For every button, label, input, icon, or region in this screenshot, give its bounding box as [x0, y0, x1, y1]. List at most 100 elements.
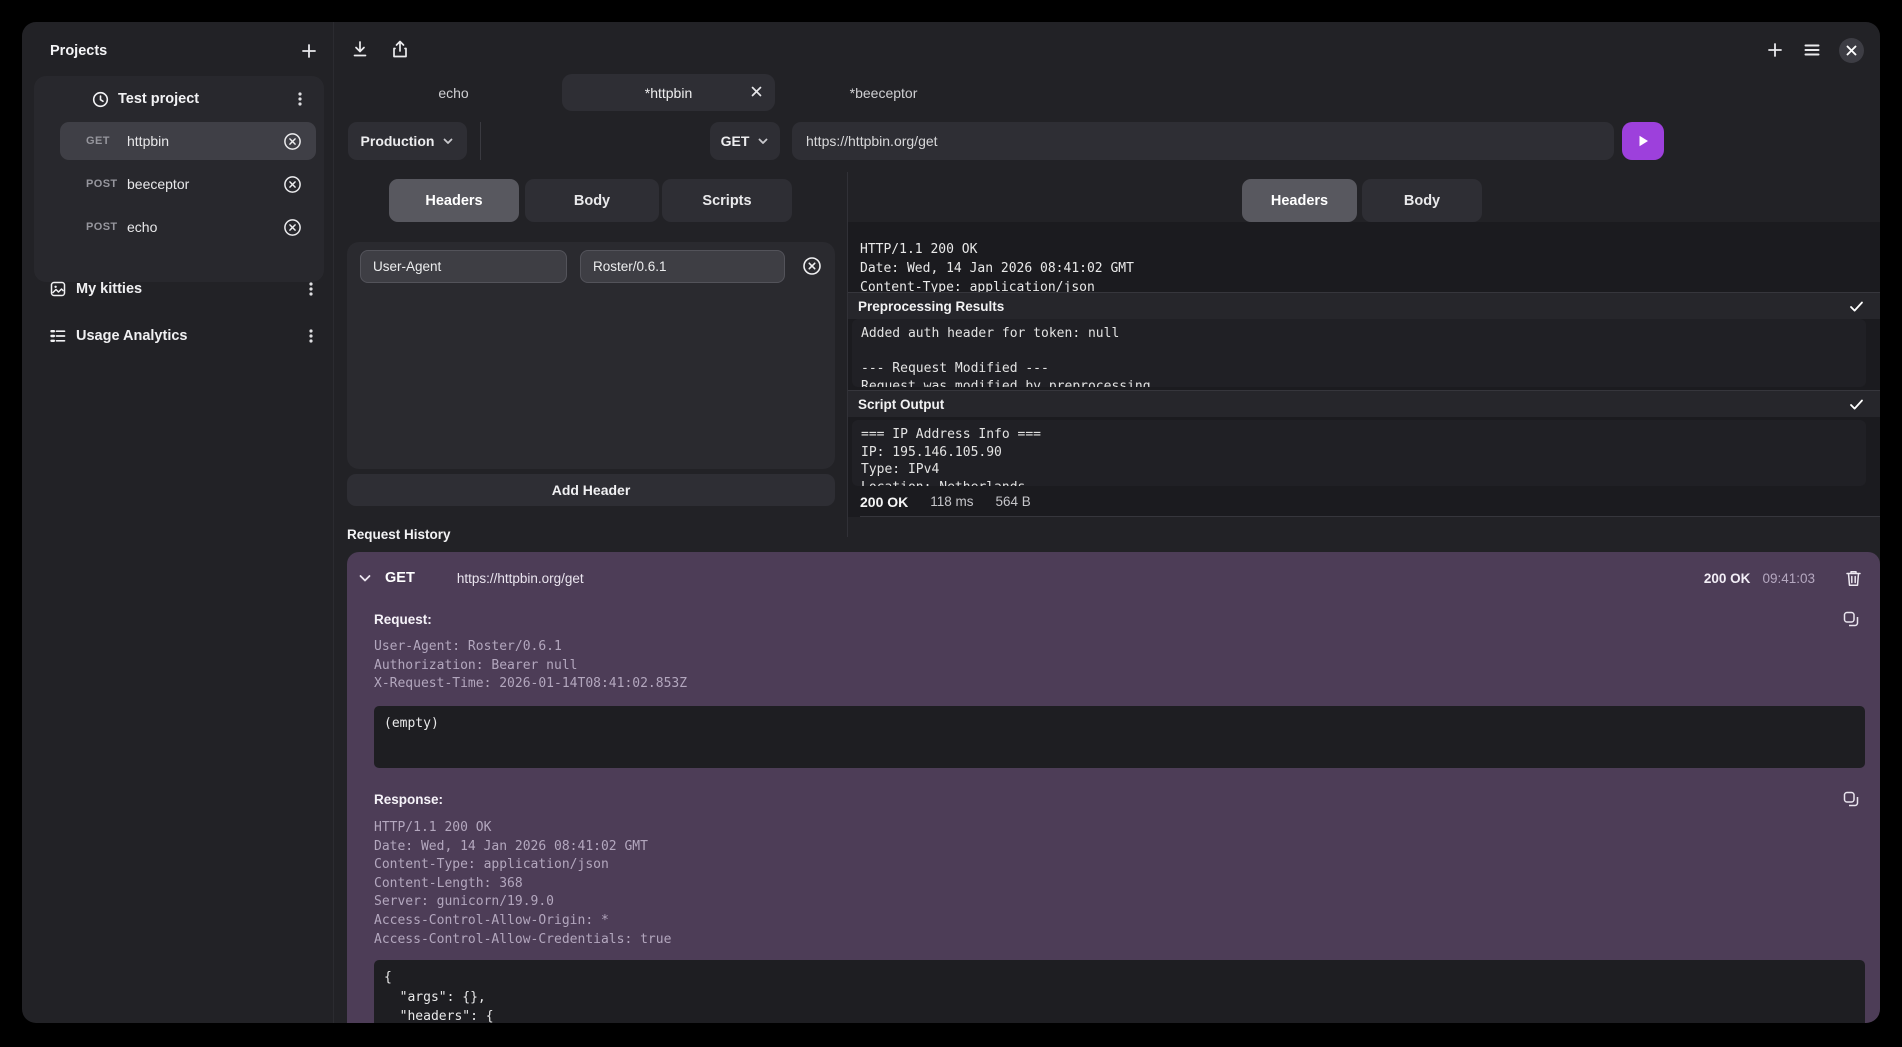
project-group-test-project: Test project GET httpbin POST beeceptor	[34, 76, 324, 282]
project-group-header[interactable]: Test project	[34, 76, 324, 122]
request-item-label: httpbin	[127, 133, 283, 149]
response-headers-preview: HTTP/1.1 200 OK Date: Wed, 14 Jan 2026 0…	[860, 240, 1134, 292]
x-icon	[750, 85, 763, 98]
project-menu-button[interactable]	[292, 91, 308, 107]
export-button[interactable]	[390, 39, 410, 59]
editor-tab-headers[interactable]: Headers	[389, 179, 519, 222]
remove-header-button[interactable]	[802, 256, 822, 276]
sidebar: Projects Test project GET httpbin	[22, 22, 334, 1023]
project-request-list: GET httpbin POST beeceptor POST echo	[34, 122, 324, 256]
script-output-box[interactable]: === IP Address Info === IP: 195.146.105.…	[852, 420, 1866, 486]
check-icon	[1849, 299, 1864, 314]
response-tab-headers[interactable]: Headers	[1242, 179, 1357, 222]
tab-beeceptor[interactable]: *beeceptor	[777, 74, 990, 111]
import-button[interactable]	[350, 39, 370, 59]
history-entry-meta: 200 OK 09:41:03	[1704, 569, 1862, 587]
tab-echo[interactable]: echo	[347, 74, 560, 111]
collection-menu-button[interactable]	[303, 281, 319, 297]
close-tab-button[interactable]	[750, 85, 763, 98]
response-section-label: Response:	[374, 792, 443, 807]
plus-icon	[1765, 40, 1785, 60]
preprocessing-output-box[interactable]: Added auth header for token: null --- Re…	[852, 319, 1866, 387]
close-window-button[interactable]	[1839, 38, 1864, 63]
history-timestamp: 09:41:03	[1762, 571, 1815, 586]
response-status-bar: 200 OK 118 ms 564 B	[860, 487, 1880, 517]
request-item-label: echo	[127, 219, 283, 235]
collection-menu-button[interactable]	[303, 328, 319, 344]
copy-request-button[interactable]	[1842, 610, 1860, 628]
copy-icon	[1842, 790, 1860, 808]
editor-tab-body[interactable]: Body	[525, 179, 659, 222]
copy-icon	[1842, 610, 1860, 628]
request-item-beeceptor[interactable]: POST beeceptor	[60, 165, 316, 203]
toolbar-divider	[480, 122, 481, 160]
tab-label: *beeceptor	[850, 85, 918, 101]
send-request-button[interactable]	[1622, 122, 1664, 160]
script-output-header[interactable]: Script Output	[848, 390, 1880, 417]
add-header-label: Add Header	[552, 482, 631, 498]
editor-tab-scripts[interactable]: Scripts	[662, 179, 792, 222]
section-title: Preprocessing Results	[858, 299, 1849, 314]
url-input[interactable]	[792, 122, 1614, 160]
tab-label: Scripts	[702, 193, 751, 209]
history-entry-header[interactable]: GET https://httpbin.org/get 200 OK 09:41…	[357, 562, 1862, 594]
app-window: Projects Test project GET httpbin	[22, 22, 1880, 1023]
history-status: 200 OK	[1704, 571, 1751, 586]
check-icon	[1849, 397, 1864, 412]
history-response-body: { "args": {}, "headers": {	[374, 960, 1865, 1023]
share-icon	[390, 39, 410, 59]
clock-icon	[92, 91, 109, 108]
header-key-input[interactable]	[360, 250, 567, 283]
project-group-name: Test project	[118, 91, 283, 107]
sidebar-header: Projects	[50, 38, 319, 64]
add-header-button[interactable]: Add Header	[347, 474, 835, 506]
remove-request-button[interactable]	[283, 218, 302, 237]
tab-label: Headers	[1271, 193, 1328, 209]
circle-x-icon	[283, 175, 302, 194]
tab-httpbin[interactable]: *httpbin	[562, 74, 775, 111]
tab-label: Body	[1404, 193, 1440, 209]
history-response-headers: HTTP/1.1 200 OK Date: Wed, 14 Jan 2026 0…	[374, 819, 671, 949]
preprocessing-output: Added auth header for token: null --- Re…	[852, 319, 1866, 387]
history-request-body: (empty)	[374, 706, 1865, 742]
new-tab-button[interactable]	[1765, 40, 1785, 60]
chevron-down-icon	[757, 135, 769, 147]
plus-icon	[299, 41, 319, 61]
request-method-badge: POST	[86, 221, 127, 233]
response-tab-body[interactable]: Body	[1362, 179, 1482, 222]
add-project-button[interactable]	[299, 41, 319, 61]
sidebar-item-my-kitties[interactable]: My kitties	[50, 272, 319, 306]
download-icon	[350, 39, 370, 59]
history-method: GET	[385, 570, 415, 586]
chevron-down-icon	[442, 135, 454, 147]
tab-label: *httpbin	[645, 85, 692, 101]
header-value-input[interactable]	[580, 250, 785, 283]
history-request-headers: User-Agent: Roster/0.6.1 Authorization: …	[374, 638, 687, 694]
request-item-httpbin[interactable]: GET httpbin	[60, 122, 316, 160]
history-entry: GET https://httpbin.org/get 200 OK 09:41…	[347, 552, 1880, 1023]
sidebar-item-usage-analytics[interactable]: Usage Analytics	[50, 319, 319, 353]
close-icon	[1846, 45, 1857, 56]
environment-dropdown[interactable]: Production	[348, 122, 467, 160]
chevron-down-icon[interactable]	[357, 570, 373, 586]
history-request-body-box: (empty)	[374, 706, 1865, 768]
remove-request-button[interactable]	[283, 175, 302, 194]
projects-title: Projects	[50, 43, 107, 59]
menu-button[interactable]	[1802, 40, 1822, 60]
method-dropdown[interactable]: GET	[710, 122, 780, 160]
kebab-menu-icon	[303, 281, 319, 297]
collection-label: Usage Analytics	[76, 328, 293, 344]
preprocessing-results-header[interactable]: Preprocessing Results	[848, 292, 1880, 319]
response-size: 564 B	[996, 494, 1031, 509]
request-item-echo[interactable]: POST echo	[60, 208, 316, 246]
response-output-area: HTTP/1.1 200 OK Date: Wed, 14 Jan 2026 0…	[848, 222, 1880, 517]
copy-response-button[interactable]	[1842, 790, 1860, 808]
play-icon	[1636, 134, 1650, 148]
tab-label: Headers	[425, 193, 482, 209]
circle-x-icon	[802, 256, 822, 276]
remove-request-button[interactable]	[283, 132, 302, 151]
response-time: 118 ms	[930, 494, 973, 509]
history-url: https://httpbin.org/get	[457, 571, 584, 586]
delete-history-button[interactable]	[1845, 569, 1862, 587]
trash-icon	[1845, 569, 1862, 587]
